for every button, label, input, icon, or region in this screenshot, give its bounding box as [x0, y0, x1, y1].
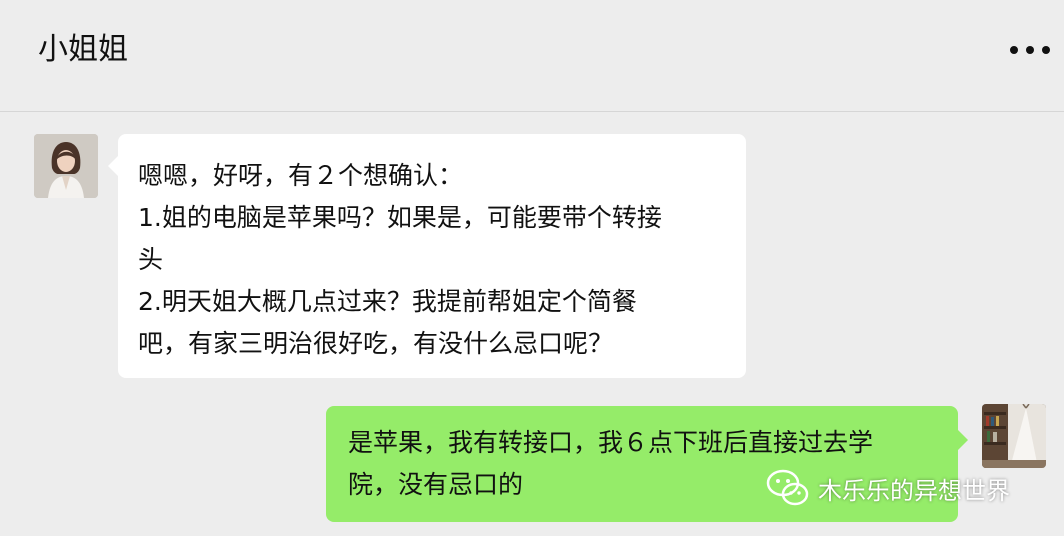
- more-dots-icon[interactable]: [1010, 38, 1050, 62]
- chat-header: 小姐姐: [0, 0, 1064, 112]
- message-line: 吧，有家三明治很好吃，有没什么忌口呢？: [138, 329, 614, 358]
- chat-title: 小姐姐: [38, 32, 128, 67]
- message-line: 头: [138, 245, 164, 274]
- message-bubble-incoming[interactable]: 嗯嗯，好呀，有２个想确认： 1.姐的电脑是苹果吗？如果是，可能要带个转接 头 2…: [108, 134, 746, 378]
- wechat-icon: [766, 469, 809, 506]
- message-line: 1.姐的电脑是苹果吗？如果是，可能要带个转接: [138, 203, 662, 232]
- user-avatar[interactable]: [982, 404, 1046, 468]
- contact-avatar[interactable]: [34, 134, 98, 198]
- watermark: 木乐乐的异想世界: [766, 466, 1010, 510]
- message-line: 嗯嗯，好呀，有２个想确认：: [138, 161, 464, 190]
- watermark-text: 木乐乐的异想世界: [818, 476, 1010, 505]
- message-line: 是苹果，我有转接口，我６点下班后直接过去学: [348, 428, 874, 457]
- message-line: 2.明天姐大概几点过来？我提前帮姐定个简餐: [138, 287, 637, 316]
